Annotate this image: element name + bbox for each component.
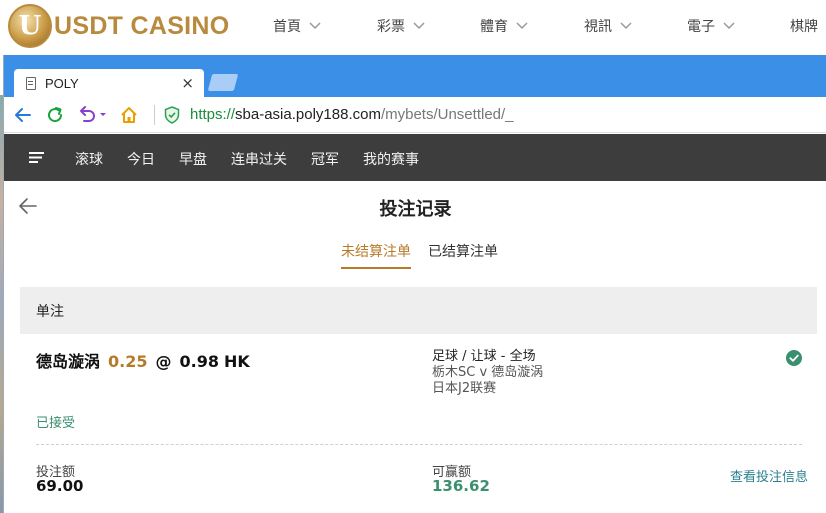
site-nav-sports[interactable]: 體育 <box>480 16 528 36</box>
site-nav-label: 電子 <box>687 19 715 35</box>
league-name: 日本J2联赛 <box>432 381 497 396</box>
toolbar-separator <box>154 105 155 125</box>
bet-card: 德岛漩涡 0.25 @ 0.98 HK 足球 / 让球 - 全场 栃木SC v … <box>20 334 817 513</box>
back-icon[interactable] <box>13 105 33 125</box>
site-nav-slots[interactable]: 電子 <box>687 16 735 36</box>
section-header: 单注 <box>20 287 817 334</box>
site-nav-label: 彩票 <box>377 19 405 35</box>
close-icon[interactable]: × <box>181 74 194 92</box>
refresh-icon[interactable] <box>45 105 65 125</box>
site-header: U USDT CASINO 首頁 彩票 體育 視訊 電子 棋牌 <box>0 0 826 52</box>
nav-today[interactable]: 今日 <box>127 149 155 169</box>
divider <box>36 444 802 445</box>
site-nav-label: 體育 <box>480 19 508 35</box>
view-bet-details-link[interactable]: 查看投注信息 <box>730 466 808 485</box>
odds-type: HK <box>223 352 250 371</box>
nav-parlay[interactable]: 连串过关 <box>231 149 287 169</box>
stake-value: 69.00 <box>36 477 84 495</box>
url-field[interactable]: https://sba-asia.poly188.com/mybets/Unse… <box>190 106 514 123</box>
site-nav-cards[interactable]: 棋牌 <box>790 16 818 36</box>
chevron-down-icon <box>723 22 735 30</box>
url-path: /mybets/Unsettled/_ <box>380 106 514 123</box>
menu-icon[interactable] <box>29 152 44 163</box>
site-nav-home[interactable]: 首頁 <box>273 16 321 36</box>
nav-in-play[interactable]: 滚球 <box>75 149 103 169</box>
browser-window: POLY × https://sba-asia.poly188.com/mybe… <box>3 55 826 513</box>
odds-value: 0.98 <box>179 352 219 371</box>
sportsbook-nav: 滚球 今日 早盘 连串过关 冠军 我的赛事 <box>4 134 826 181</box>
site-nav-label: 棋牌 <box>790 19 818 35</box>
selection-line: 德岛漩涡 0.25 @ 0.98 HK <box>36 348 250 372</box>
site-nav-label: 視訊 <box>584 19 612 35</box>
status-badge: 已接受 <box>36 416 76 431</box>
chevron-down-icon <box>309 22 321 30</box>
win-value: 136.62 <box>432 477 490 495</box>
tab-unsettled[interactable]: 未结算注单 <box>341 241 411 261</box>
security-shield-icon[interactable] <box>164 106 180 124</box>
match-teams: 栃木SC v 德岛漩涡 <box>432 365 544 380</box>
address-bar: https://sba-asia.poly188.com/mybets/Unse… <box>4 97 826 133</box>
check-circle-icon <box>786 350 802 366</box>
match-info: 足球 / 让球 - 全场 栃木SC v 德岛漩涡 日本J2联赛 <box>432 349 543 397</box>
site-nav: 首頁 彩票 體育 視訊 電子 棋牌 <box>0 16 826 36</box>
undo-icon[interactable] <box>77 105 107 125</box>
active-tab-indicator <box>341 267 411 269</box>
browser-tab[interactable]: POLY × <box>14 69 204 97</box>
tab-title: POLY <box>45 75 79 91</box>
url-host: sba-asia.poly188.com <box>235 106 381 123</box>
selection-name: 德岛漩涡 <box>36 352 101 371</box>
at-symbol: @ <box>155 352 172 371</box>
site-nav-label: 首頁 <box>273 19 301 35</box>
site-nav-lottery[interactable]: 彩票 <box>377 16 425 36</box>
nav-outright[interactable]: 冠军 <box>311 149 339 169</box>
chevron-down-icon <box>516 22 528 30</box>
page-header: 投注记录 未结算注单 已结算注单 <box>4 181 826 269</box>
nav-early[interactable]: 早盘 <box>179 149 207 169</box>
handicap: 0.25 <box>108 352 148 371</box>
chevron-down-icon <box>413 22 425 30</box>
tab-bar: POLY × <box>4 55 826 97</box>
site-nav-live[interactable]: 視訊 <box>584 16 632 36</box>
document-icon <box>26 76 36 90</box>
section-title: 单注 <box>36 303 64 320</box>
url-scheme: https:// <box>190 106 236 123</box>
tab-settled[interactable]: 已结算注单 <box>428 241 498 261</box>
chevron-down-icon <box>620 22 632 30</box>
new-tab-button[interactable] <box>207 74 239 91</box>
market-type: 足球 / 让球 - 全场 <box>432 349 536 364</box>
home-icon[interactable] <box>119 105 139 125</box>
nav-my-events[interactable]: 我的赛事 <box>363 149 419 169</box>
page-title: 投注记录 <box>379 199 452 220</box>
